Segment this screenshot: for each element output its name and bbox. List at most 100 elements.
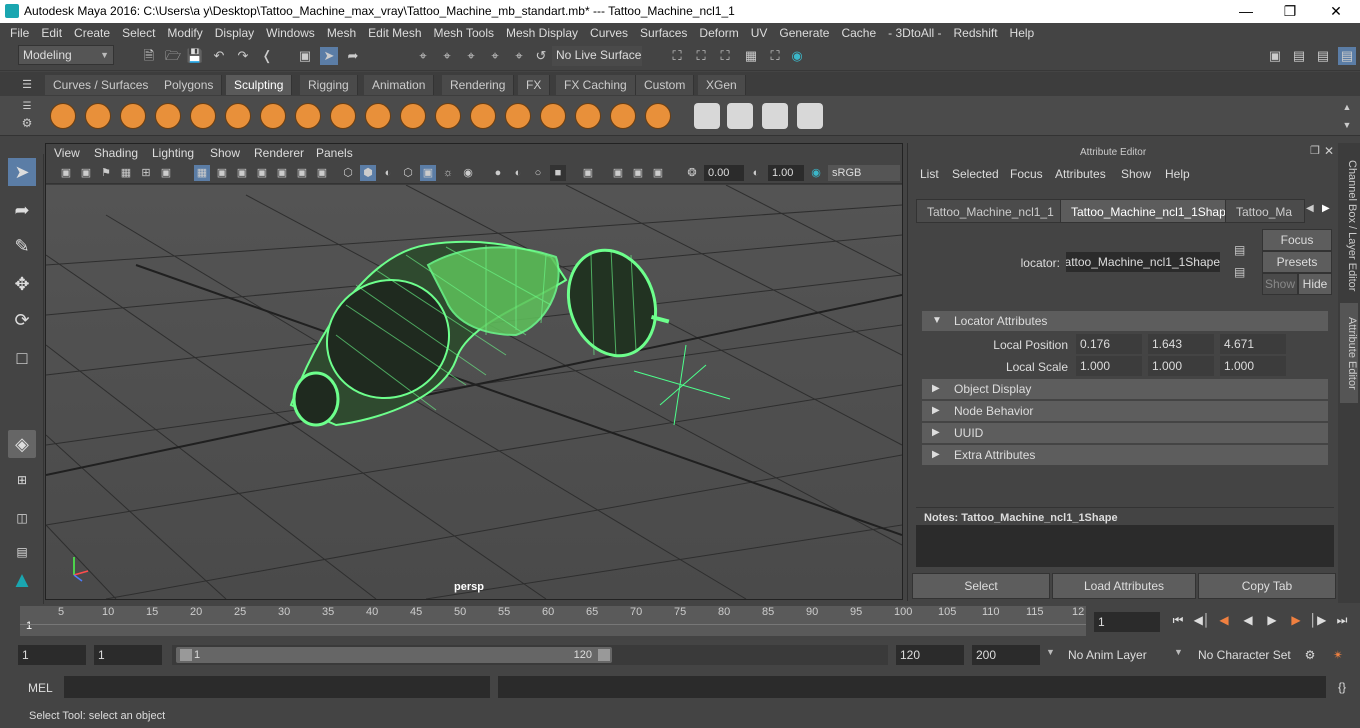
- menu-redshift[interactable]: Redshift: [948, 26, 1004, 40]
- menu-generate[interactable]: Generate: [773, 26, 835, 40]
- auto-key-icon[interactable]: ⚙: [1300, 645, 1320, 665]
- viewport-menu-show[interactable]: Show: [210, 146, 240, 160]
- menu-edit[interactable]: Edit: [35, 26, 68, 40]
- repeat-tool-icon[interactable]: [330, 103, 356, 129]
- tab-attribute-editor[interactable]: Attribute Editor: [1340, 303, 1358, 403]
- playback-end-field[interactable]: 120: [896, 645, 964, 665]
- playback-prefs-icon[interactable]: ✴: [1328, 645, 1348, 665]
- menu-uv[interactable]: UV: [745, 26, 774, 40]
- step-back-key-icon[interactable]: ◀: [1214, 610, 1234, 630]
- locator-crosshair[interactable]: [633, 344, 731, 426]
- play-backwards-icon[interactable]: ◀: [1238, 610, 1258, 630]
- gamma-field[interactable]: 1.00: [768, 165, 804, 181]
- safe-action-icon[interactable]: ▣: [294, 165, 310, 181]
- scrape-tool-icon[interactable]: [435, 103, 461, 129]
- select-objects-icon[interactable]: ➤: [320, 47, 338, 65]
- local-position-y-field[interactable]: 1.643: [1148, 334, 1214, 354]
- menu-windows[interactable]: Windows: [260, 26, 321, 40]
- viewport-menu-lighting[interactable]: Lighting: [152, 146, 194, 160]
- animation-end-field[interactable]: 200: [972, 645, 1040, 665]
- imprint-tool-icon[interactable]: [365, 103, 391, 129]
- convert-freeze-icon[interactable]: [694, 103, 720, 129]
- play-forwards-icon[interactable]: ▶: [1262, 610, 1282, 630]
- select-hierarchy-icon[interactable]: ▣: [296, 47, 314, 65]
- ae-tab-shape[interactable]: Tattoo_Machine_ncl1_1Shape: [1060, 199, 1244, 223]
- menu-mesh[interactable]: Mesh: [321, 26, 362, 40]
- open-scene-icon[interactable]: 🗁: [164, 47, 182, 65]
- scale-tool-icon[interactable]: □: [8, 344, 36, 372]
- maya-home-icon[interactable]: ▲: [8, 566, 36, 594]
- hide-button[interactable]: Hide: [1298, 273, 1332, 295]
- image-plane-icon[interactable]: ▦: [118, 165, 134, 181]
- sculpt-tool-icon[interactable]: [50, 103, 76, 129]
- texture-icon[interactable]: [797, 103, 823, 129]
- select-button[interactable]: Select: [912, 573, 1050, 599]
- amplify-tool-icon[interactable]: [610, 103, 636, 129]
- shelf-menu-icon[interactable]: ☰: [18, 76, 36, 94]
- layout-four-icon[interactable]: ⊞: [8, 466, 36, 494]
- bulge-tool-icon[interactable]: [575, 103, 601, 129]
- knife-tool-icon[interactable]: [505, 103, 531, 129]
- range-start-grip[interactable]: [180, 649, 192, 661]
- relax-tool-icon[interactable]: [120, 103, 146, 129]
- range-slider-track[interactable]: 1 120: [172, 645, 888, 665]
- new-scene-icon[interactable]: 🗎: [140, 47, 158, 65]
- menu-mesh-display[interactable]: Mesh Display: [500, 26, 584, 40]
- resolution-gate-icon[interactable]: ▣: [234, 165, 250, 181]
- time-ruler[interactable]: 1 5 10 15 20 25 30 35 40 45 50 55 60 65 …: [20, 606, 1086, 636]
- step-back-icon[interactable]: ◀│: [1192, 610, 1212, 630]
- xray-icon[interactable]: ▣: [420, 165, 436, 181]
- select-tool-icon[interactable]: ➤: [8, 158, 36, 186]
- paint-select-tool-icon[interactable]: ✎: [8, 232, 36, 260]
- tab-fx[interactable]: FX: [518, 75, 551, 95]
- local-scale-z-field[interactable]: 1.000: [1220, 356, 1286, 376]
- section-locator-attributes[interactable]: ▼ Locator Attributes: [922, 311, 1328, 331]
- exposure-field[interactable]: 0.00: [704, 165, 744, 181]
- character-set-dropdown[interactable]: No Character Set: [1194, 645, 1294, 665]
- menu-file[interactable]: File: [4, 26, 35, 40]
- depth-of-field-icon[interactable]: ■: [550, 165, 566, 181]
- snap-grid-icon[interactable]: ⌖: [414, 47, 432, 65]
- step-forward-icon[interactable]: │▶: [1308, 610, 1328, 630]
- wireframe-on-shaded-icon[interactable]: ◐: [380, 165, 396, 181]
- menu-curves[interactable]: Curves: [584, 26, 634, 40]
- flatten-tool-icon[interactable]: [225, 103, 251, 129]
- ae-menu-list[interactable]: List: [920, 167, 939, 181]
- tab-xgen[interactable]: XGen: [698, 75, 746, 95]
- motion-blur-icon[interactable]: ◐: [510, 165, 526, 181]
- snap-curve-icon[interactable]: ⌖: [438, 47, 456, 65]
- viewport-scene[interactable]: persp: [45, 184, 903, 600]
- undo-icon[interactable]: ↶: [210, 47, 228, 65]
- menu-select[interactable]: Select: [116, 26, 161, 40]
- snap-surface-icon[interactable]: ⌖: [510, 47, 528, 65]
- camera-attributes-icon[interactable]: ▣: [78, 165, 94, 181]
- backface-icon[interactable]: ▣: [650, 165, 666, 181]
- menu-cache[interactable]: Cache: [835, 26, 882, 40]
- tab-sculpting[interactable]: Sculpting: [226, 75, 293, 95]
- freeze-tool-icon[interactable]: [645, 103, 671, 129]
- tab-rigging[interactable]: Rigging: [300, 75, 358, 95]
- antialias-icon[interactable]: ○: [530, 165, 546, 181]
- shelf-scroll-up-icon[interactable]: ▲: [1338, 98, 1356, 116]
- smooth-tool-icon[interactable]: [85, 103, 111, 129]
- foamy-tool-icon[interactable]: [260, 103, 286, 129]
- animation-start-field[interactable]: 1: [18, 645, 86, 665]
- ae-menu-show[interactable]: Show: [1121, 167, 1151, 181]
- redo-last-icon[interactable]: ❬: [258, 47, 276, 65]
- script-editor-icon[interactable]: {}: [1332, 677, 1352, 697]
- color-space-field[interactable]: sRGB gamma: [828, 165, 900, 195]
- ae-menu-selected[interactable]: Selected: [952, 167, 999, 181]
- snap-view-icon[interactable]: ⌖: [486, 47, 504, 65]
- textured-icon[interactable]: ⬡: [400, 165, 416, 181]
- rotate-tool-icon[interactable]: ⟳: [8, 306, 36, 334]
- ae-menu-attributes[interactable]: Attributes: [1055, 167, 1106, 181]
- locator-name-field[interactable]: Tattoo_Machine_ncl1_1Shape: [1066, 252, 1220, 272]
- range-slider-handle[interactable]: 1 120: [176, 647, 612, 663]
- grid-toggle-icon[interactable]: ⊞: [138, 165, 154, 181]
- fill-tool-icon[interactable]: [470, 103, 496, 129]
- isolate-select-icon[interactable]: ▣: [580, 165, 596, 181]
- mode-dropdown[interactable]: Modeling ▼: [18, 45, 114, 65]
- toggle-panel-icon[interactable]: ▤: [1290, 47, 1308, 65]
- current-frame-field[interactable]: 1: [1094, 612, 1160, 632]
- input-connection-icon[interactable]: ▤: [1234, 243, 1245, 257]
